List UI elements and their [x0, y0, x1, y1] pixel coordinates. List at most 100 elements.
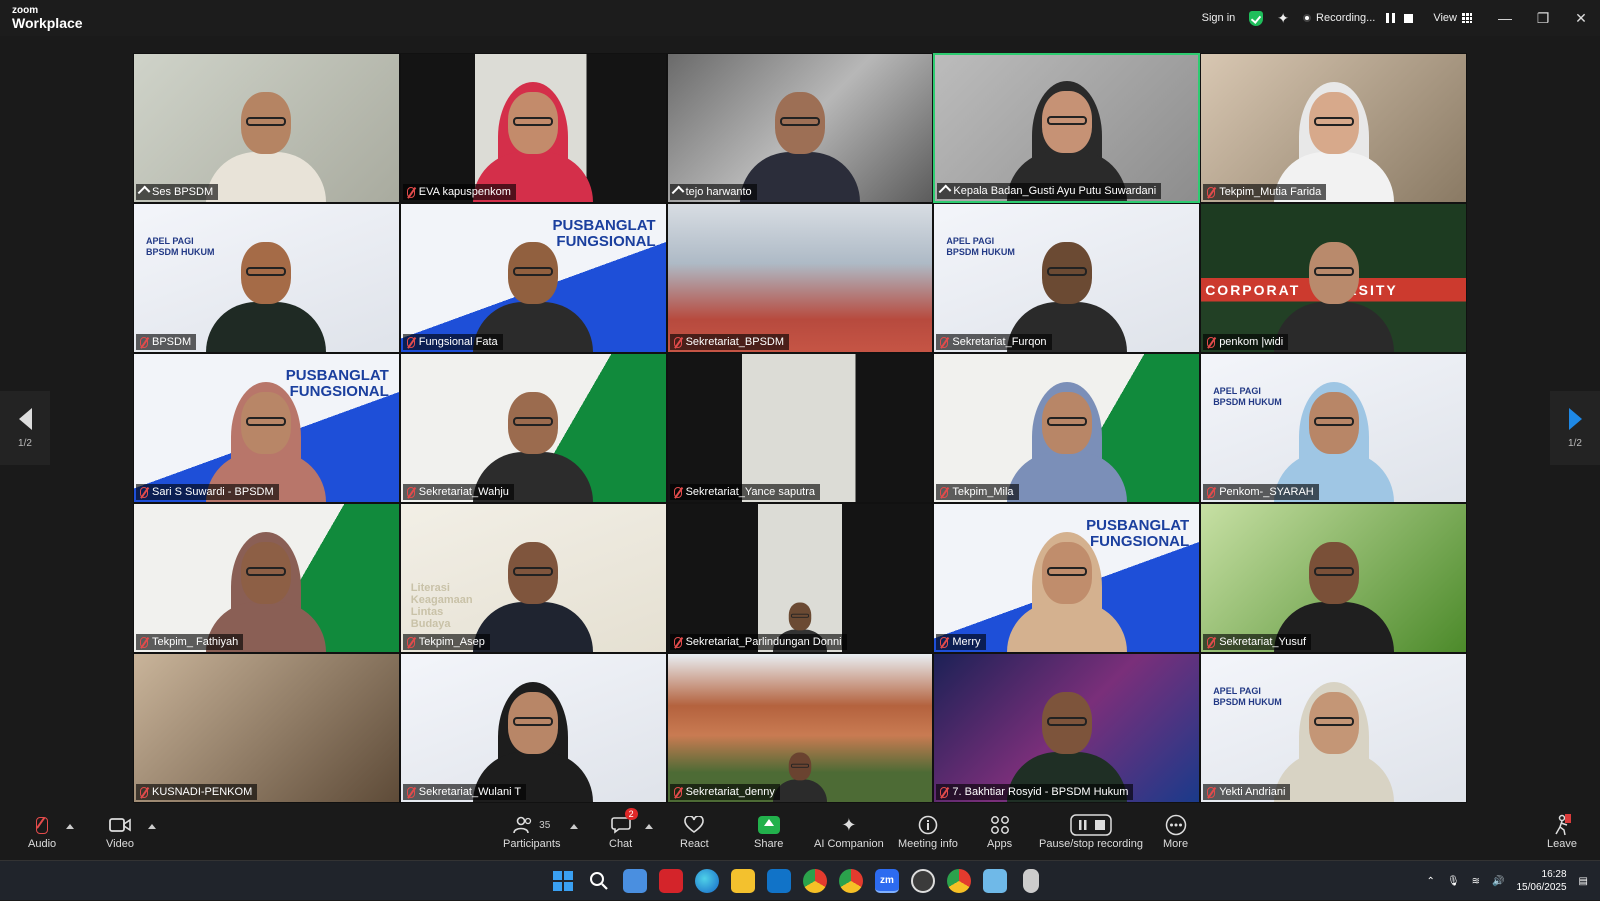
- remote-desktop-icon[interactable]: [983, 869, 1007, 893]
- participant-tile[interactable]: Sekretariat_Yusuf: [1200, 503, 1467, 653]
- info-icon: [918, 815, 938, 835]
- participant-tile[interactable]: APEL PAGI BPSDM HUKUM Yekti Andriani: [1200, 653, 1467, 803]
- windows-start-icon[interactable]: [551, 869, 575, 893]
- chrome-second-icon[interactable]: [947, 869, 971, 893]
- participants-options-caret-icon[interactable]: [570, 824, 578, 829]
- participant-tile[interactable]: Sekretariat_Wulani T: [399, 653, 667, 803]
- widgets-app-icon[interactable]: [623, 869, 647, 893]
- participant-name: Sekretariat_Wahju: [418, 486, 509, 498]
- pause-stop-recording-button[interactable]: Pause/stop recording: [1039, 812, 1143, 850]
- audio-options-caret-icon[interactable]: [66, 824, 74, 829]
- sign-in-button[interactable]: Sign in: [1202, 12, 1236, 24]
- meeting-info-button[interactable]: Meeting info: [898, 812, 958, 850]
- audio-button[interactable]: Audio: [28, 812, 56, 850]
- gallery-grid-icon: [1462, 13, 1472, 23]
- participant-name: Sekretariat_Wulani T: [418, 786, 522, 798]
- mic-muted-icon: [940, 786, 949, 798]
- zoom-app-icon[interactable]: zm: [875, 869, 899, 893]
- previous-page-button[interactable]: 1/2: [0, 391, 50, 465]
- participant-tile[interactable]: Sekretariat_Parlindungan Donni: [666, 503, 934, 653]
- minimize-icon[interactable]: —: [1486, 0, 1524, 36]
- participant-name: Tekpim_Mutia Farida: [1219, 186, 1322, 198]
- arrow-left-icon: [18, 407, 32, 430]
- mic-muted-icon: [1207, 786, 1216, 798]
- participants-count: 35: [539, 819, 551, 831]
- search-icon[interactable]: [587, 869, 611, 893]
- participant-name: 7. Bakhtiar Rosyid - BPSDM Hukum: [952, 786, 1129, 798]
- chat-options-caret-icon[interactable]: [645, 824, 653, 829]
- obs-app-icon[interactable]: [911, 869, 935, 893]
- participant-tile[interactable]: Tekpim_Mila: [933, 353, 1201, 503]
- volume-icon[interactable]: 🔊: [1492, 876, 1504, 887]
- participant-name: Tekpim_Asep: [418, 636, 485, 648]
- participant-tile[interactable]: APEL PAGI BPSDM HUKUM BPSDM: [133, 203, 400, 353]
- participant-tile[interactable]: CORPORAT VERSITY penkom |widi: [1200, 203, 1467, 353]
- file-explorer-icon[interactable]: [731, 869, 755, 893]
- participant-tile[interactable]: Sekretariat_Wahju: [399, 353, 667, 503]
- chat-button[interactable]: 2 Chat: [609, 808, 638, 850]
- pause-recording-icon[interactable]: [1386, 13, 1396, 23]
- restore-icon[interactable]: ❐: [1524, 0, 1562, 36]
- recording-indicator[interactable]: Recording...: [1303, 12, 1414, 24]
- outlook-app-icon[interactable]: [767, 869, 791, 893]
- clock[interactable]: 16:28 15/06/2025: [1516, 868, 1566, 894]
- participant-tile[interactable]: Sekretariat_denny: [666, 653, 934, 803]
- recording-label: Recording...: [1316, 12, 1376, 24]
- participant-tile[interactable]: APEL PAGI BPSDM HUKUM Sekretariat_Furqon: [933, 203, 1201, 353]
- close-icon[interactable]: ✕: [1562, 0, 1600, 36]
- view-button[interactable]: View: [1433, 12, 1472, 24]
- more-button[interactable]: More: [1163, 812, 1188, 850]
- video-gallery: Ses BPSDM EVA kapuspenkom tejo harwanto Kep…: [133, 53, 1467, 803]
- participant-figure: [1273, 222, 1394, 352]
- edge-browser-icon[interactable]: [695, 869, 719, 893]
- participant-tile[interactable]: PUSBANGLAT FUNGSIONAL Fungsional Fata: [399, 203, 667, 353]
- encryption-shield-icon[interactable]: [1249, 10, 1264, 26]
- participant-name-tag: Sekretariat_denny: [669, 784, 780, 800]
- participant-tile[interactable]: Kepala Badan_Gusti Ayu Putu Suwardani: [933, 53, 1201, 203]
- participant-tile[interactable]: KUSNADI-PENKOM: [133, 653, 400, 803]
- mouse-app-icon[interactable]: [1023, 869, 1039, 893]
- participant-figure: [1273, 72, 1394, 202]
- more-icon: [1165, 814, 1186, 836]
- leave-icon: [1555, 814, 1571, 836]
- participant-name: Sekretariat_Yusuf: [1219, 636, 1307, 648]
- stop-recording-icon[interactable]: [1404, 13, 1414, 23]
- acrobat-app-icon[interactable]: [659, 869, 683, 893]
- heart-icon: [684, 816, 705, 833]
- participant-name-tag: Sekretariat_Furqon: [936, 334, 1052, 350]
- participant-tile[interactable]: Sekretariat_Yance saputra: [666, 353, 934, 503]
- participant-tile[interactable]: Sekretariat_BPSDM: [666, 203, 934, 353]
- participants-button[interactable]: 35 Participants: [503, 812, 560, 850]
- ai-companion-button[interactable]: ✦ AI Companion: [814, 812, 884, 851]
- participant-tile[interactable]: tejo harwanto: [666, 53, 934, 203]
- participant-tile[interactable]: Literasi Keagamaan Lintas Budaya Tekpim_A…: [399, 503, 667, 653]
- notification-icon[interactable]: ▤: [1579, 876, 1588, 887]
- leave-button[interactable]: Leave: [1547, 812, 1577, 850]
- video-options-caret-icon[interactable]: [148, 824, 156, 829]
- chrome-profile-icon[interactable]: [839, 869, 863, 893]
- participant-tile[interactable]: PUSBANGLAT FUNGSIONAL Sari S Suwardi - BP…: [133, 353, 400, 503]
- mic-muted-icon: [1207, 486, 1216, 498]
- video-button[interactable]: Video: [106, 812, 134, 850]
- wifi-icon[interactable]: ≋: [1472, 876, 1480, 887]
- chrome-browser-icon[interactable]: [803, 869, 827, 893]
- participant-figure: [772, 744, 827, 802]
- participant-tile[interactable]: Tekpim_ Fathiyah: [133, 503, 400, 653]
- participant-tile[interactable]: EVA kapuspenkom: [399, 53, 667, 203]
- microphone-tray-icon[interactable]: 🎙: [1447, 876, 1460, 887]
- react-button[interactable]: React: [680, 812, 709, 850]
- participant-figure: [473, 522, 594, 652]
- participant-tile[interactable]: PUSBANGLAT FUNGSIONAL Merry: [933, 503, 1201, 653]
- participant-name: Sekretariat_Parlindungan Donni: [685, 636, 842, 648]
- participant-tile[interactable]: Tekpim_Mutia Farida: [1200, 53, 1467, 203]
- participant-name-tag: Penkom-_SYARAH: [1203, 484, 1319, 500]
- next-page-button[interactable]: 1/2: [1550, 391, 1600, 465]
- participant-tile[interactable]: 7. Bakhtiar Rosyid - BPSDM Hukum: [933, 653, 1201, 803]
- participant-tile[interactable]: APEL PAGI BPSDM HUKUM Penkom-_SYARAH: [1200, 353, 1467, 503]
- share-button[interactable]: Share: [754, 812, 783, 850]
- apps-button[interactable]: Apps: [987, 812, 1012, 850]
- tray-chevron-up-icon[interactable]: ⌃: [1427, 876, 1435, 887]
- ai-sparkle-icon[interactable]: ✦: [1277, 10, 1289, 27]
- participant-name-tag: BPSDM: [136, 334, 197, 350]
- participant-tile[interactable]: Ses BPSDM: [133, 53, 400, 203]
